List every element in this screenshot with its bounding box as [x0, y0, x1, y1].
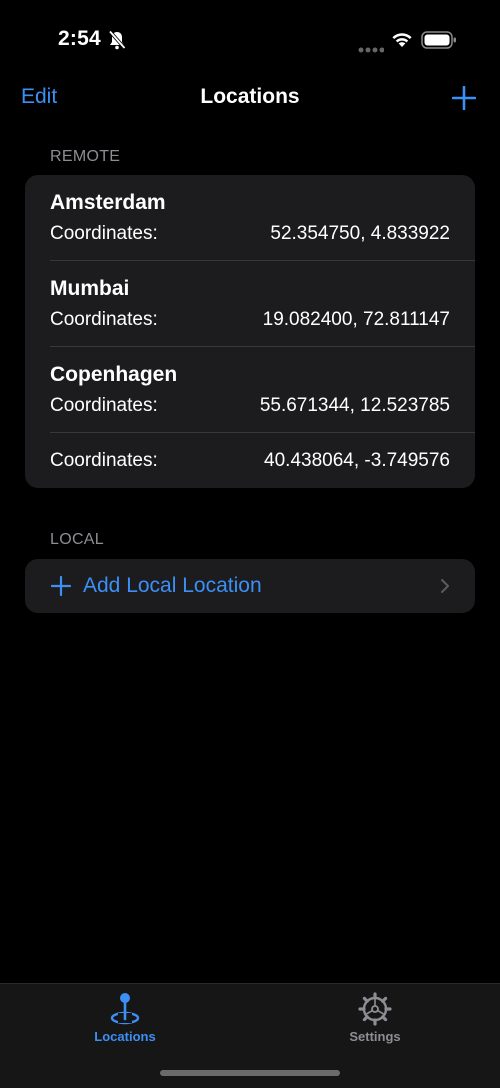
add-local-location-button[interactable]: Add Local Location: [25, 559, 475, 613]
add-location-button[interactable]: [451, 85, 477, 115]
list-item[interactable]: Copenhagen Coordinates: 55.671344, 12.52…: [50, 347, 475, 433]
chevron-right-icon: [440, 578, 450, 599]
coordinates-value: 52.354750, 4.833922: [270, 223, 450, 244]
tab-locations[interactable]: Locations: [0, 984, 250, 1054]
bell-slash-icon: [108, 30, 126, 55]
tab-label: Settings: [349, 1029, 401, 1044]
section-header-remote: REMOTE: [50, 148, 121, 165]
coordinates-label: Coordinates:: [50, 450, 158, 471]
coordinates-value: 40.438064, -3.749576: [264, 450, 450, 471]
remote-locations-list: Amsterdam Coordinates: 52.354750, 4.8339…: [25, 175, 475, 488]
home-indicator: [160, 1070, 340, 1076]
list-item[interactable]: Mumbai Coordinates: 19.082400, 72.811147: [50, 261, 475, 347]
status-time: 2:54: [58, 27, 101, 50]
plus-icon: [451, 85, 477, 111]
coordinates-value: 19.082400, 72.811147: [262, 309, 450, 330]
list-item[interactable]: Amsterdam Coordinates: 52.354750, 4.8339…: [50, 175, 475, 261]
wifi-icon: [390, 29, 414, 54]
add-local-location-label: Add Local Location: [83, 574, 262, 597]
coordinates-value: 55.671344, 12.523785: [259, 395, 450, 416]
coordinates-label: Coordinates:: [50, 223, 158, 244]
page-title: Locations: [200, 85, 300, 108]
plus-icon: [50, 575, 72, 601]
tab-settings[interactable]: Settings: [250, 984, 500, 1054]
battery-icon: [421, 30, 457, 55]
status-bar: 2:54: [0, 0, 500, 80]
location-name: Amsterdam: [50, 191, 166, 214]
location-name: Copenhagen: [50, 363, 178, 386]
coordinates-label: Coordinates:: [50, 309, 158, 330]
signal-dots-icon: [358, 40, 385, 58]
list-item[interactable]: Coordinates: 40.438064, -3.749576: [50, 433, 475, 488]
tab-label: Locations: [94, 1029, 156, 1044]
gear-icon: [358, 992, 392, 1031]
map-pin-icon: [109, 992, 141, 1031]
section-header-local: LOCAL: [50, 531, 104, 548]
coordinates-label: Coordinates:: [50, 395, 158, 416]
location-name: Mumbai: [50, 277, 130, 300]
